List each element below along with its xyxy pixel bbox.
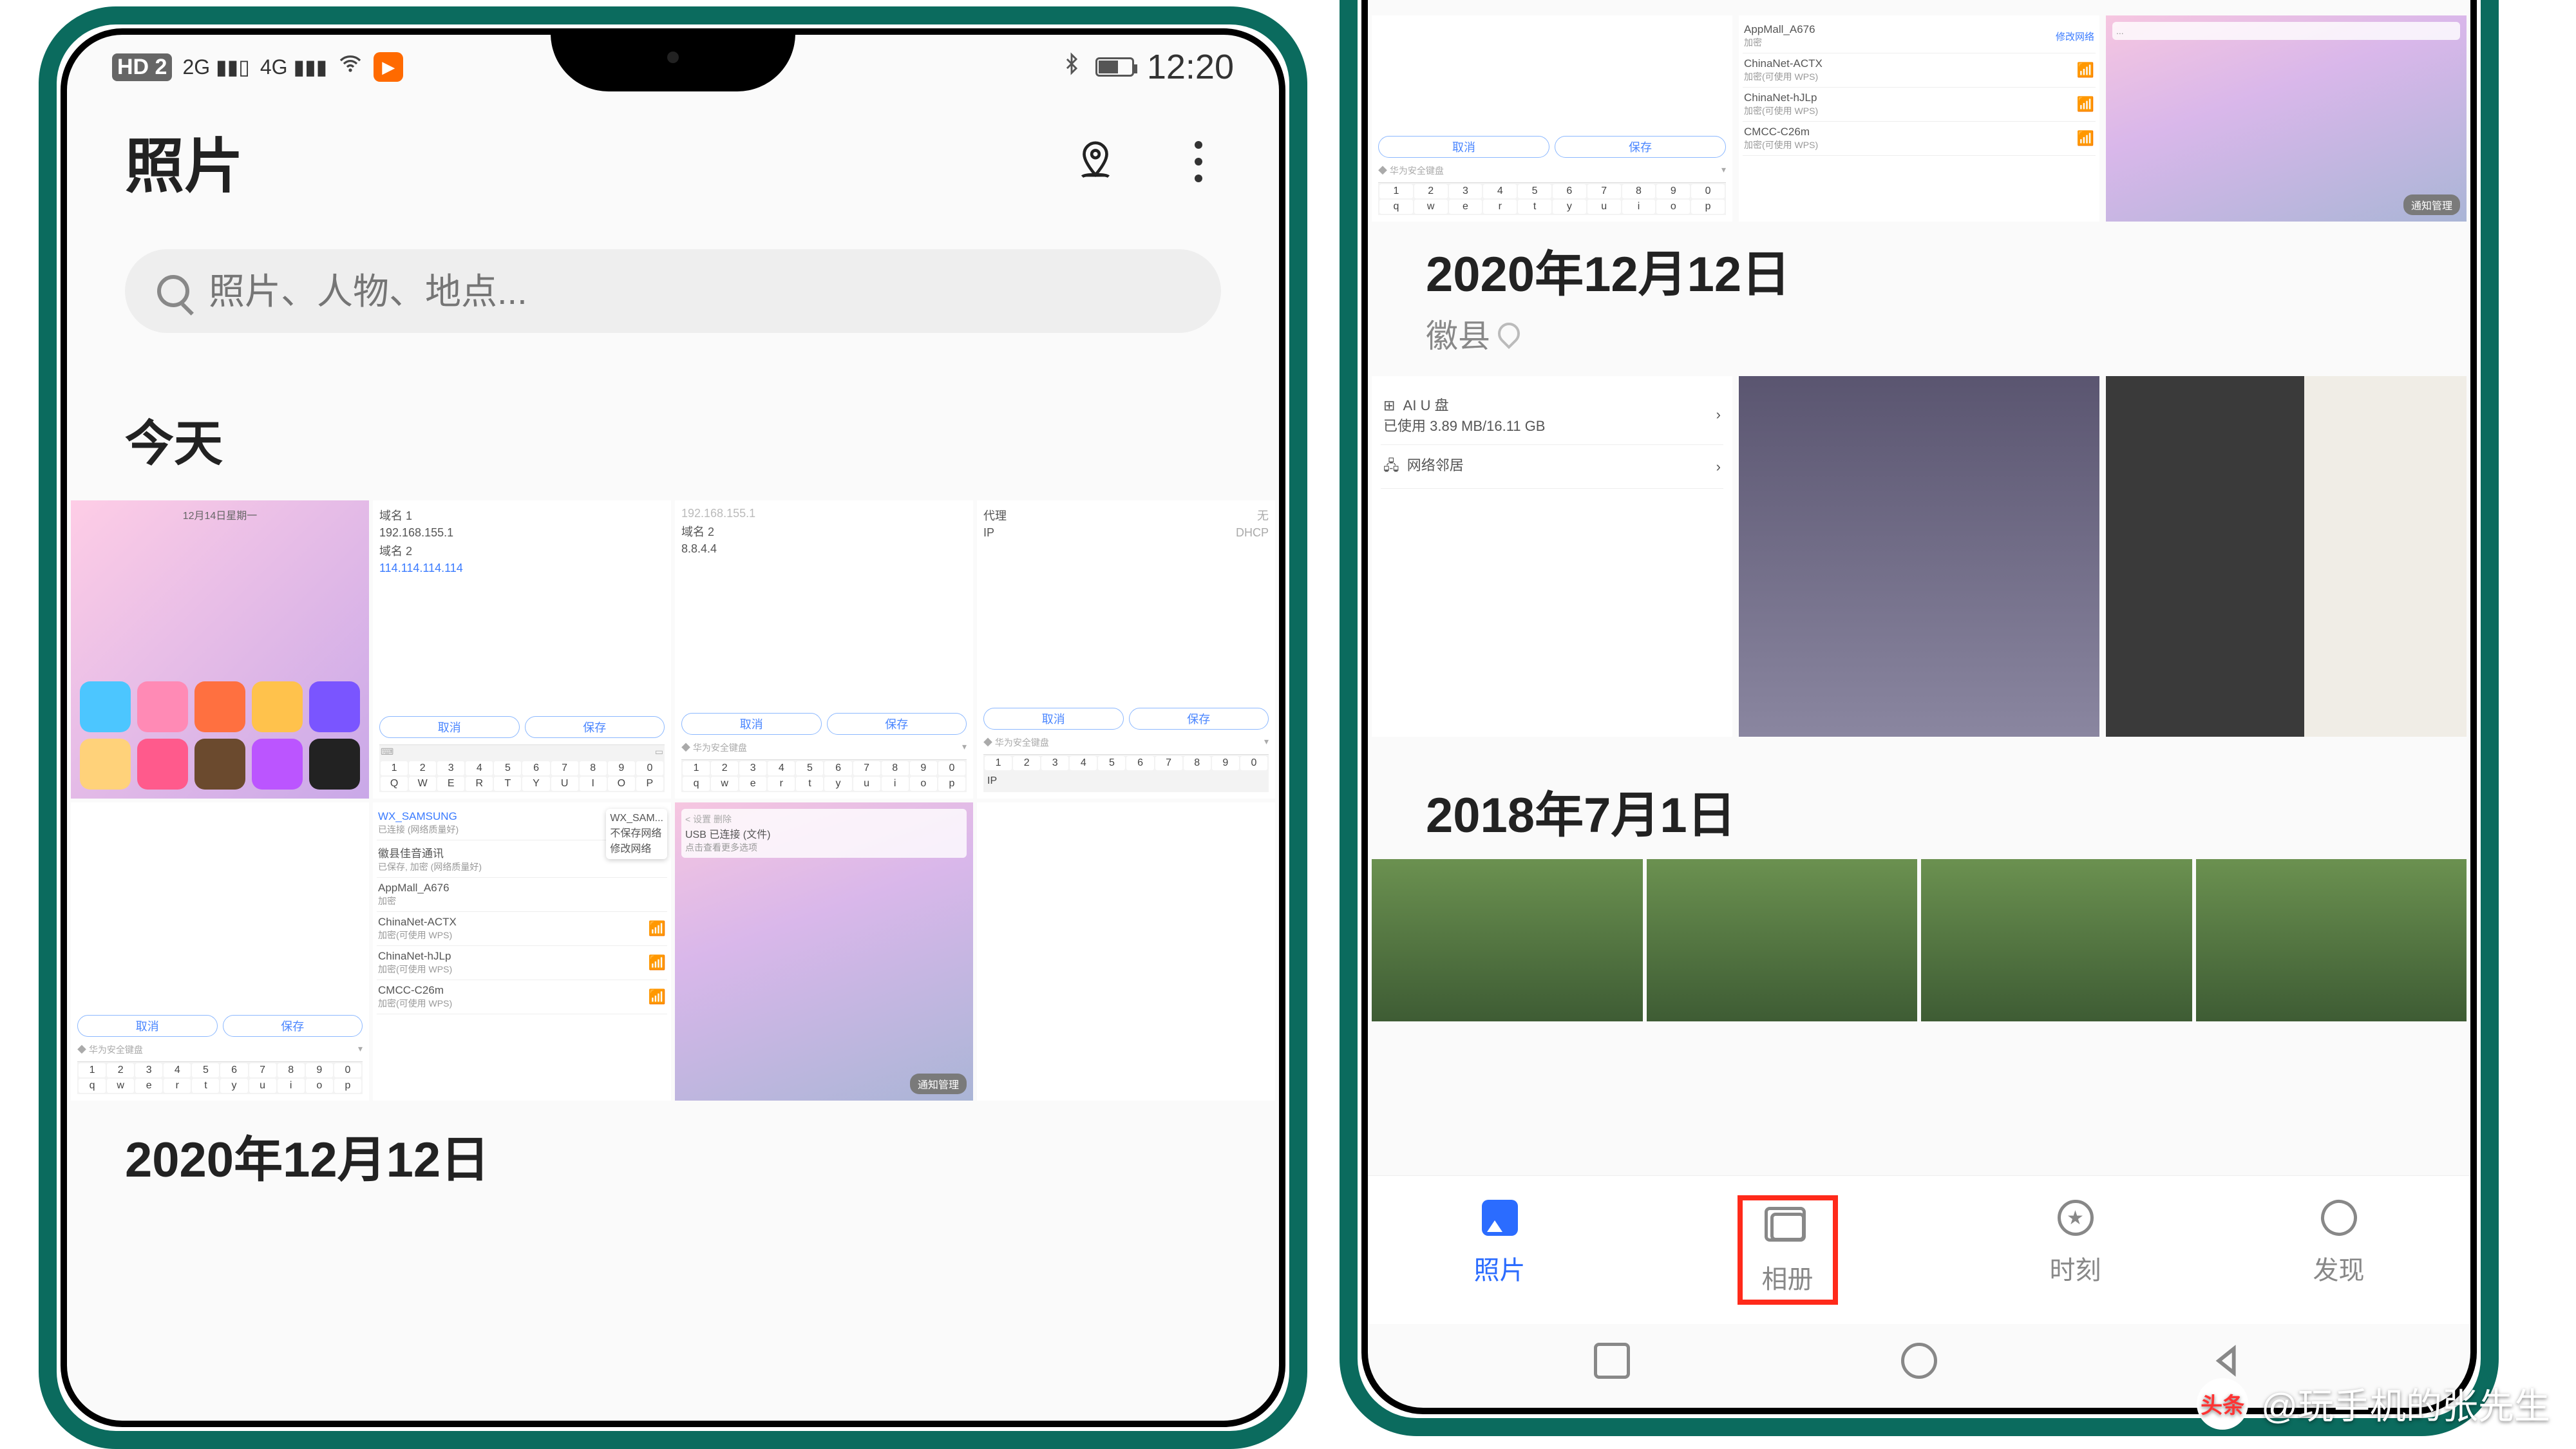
bottom-nav: 照片 相册 ★ 时刻 发现 — [1368, 1175, 2470, 1324]
albums-icon — [1770, 1213, 1805, 1241]
thumb-outdoor-1[interactable] — [1372, 859, 1643, 1021]
recent-apps-key[interactable] — [1594, 1343, 1630, 1379]
thumb-btns-kbd-r[interactable]: 取消保存 ◆ 华为安全键盘▾ 1234567890 qwertyuiop — [1372, 15, 1732, 222]
thumb-storage-settings[interactable]: ⊞ AI U 盘已使用 3.89 MB/16.11 GB› 🖧 网络邻居› — [1372, 376, 1732, 737]
back-key[interactable] — [2208, 1343, 2244, 1382]
thumb-usb-notif[interactable]: < 设置 删除 USB 已连接 (文件) 点击查看更多选项 通知管理 — [675, 802, 973, 1101]
nav-albums[interactable]: 相册 — [1738, 1195, 1838, 1305]
thumb-outdoor-2[interactable] — [1647, 859, 1918, 1021]
wifi-icon — [337, 51, 363, 84]
home-key[interactable] — [1901, 1343, 1937, 1379]
nav-photos[interactable]: 照片 — [1474, 1195, 1526, 1305]
phone-left-screen: HD 2 2G ▮▮▯ 4G ▮▮▮ ▶ 12:20 照片 — [61, 28, 1285, 1427]
section-date-2: 2020年12月12日 — [1368, 222, 2470, 305]
search-bar[interactable] — [125, 249, 1221, 333]
thumb-portrait-photo[interactable] — [1739, 376, 2099, 737]
location-pin-icon — [1493, 318, 1524, 349]
nav-discover[interactable]: 发现 — [2313, 1195, 2365, 1305]
watermark-logo: 头条 — [2197, 1378, 2248, 1430]
thumb-btns-kbd[interactable]: 取消保存 ◆ 华为安全键盘▾ 1234567890 qwertyuiop — [71, 802, 369, 1101]
thumb-outdoor-3[interactable] — [1921, 859, 2192, 1021]
section-today: 今天 — [67, 359, 1279, 500]
photo-grid-top: 取消保存 ◆ 华为安全键盘▾ 1234567890 qwertyuiop App… — [1368, 15, 2470, 222]
photos-icon — [1482, 1200, 1518, 1236]
more-menu-icon[interactable] — [1176, 139, 1221, 184]
battery-icon — [1095, 57, 1134, 77]
section-date-1: 2020年12月12日 — [67, 1101, 1279, 1217]
watermark-handle: @玩手机的张先生 — [2261, 1378, 2550, 1430]
thumb-usb-notif-r[interactable]: ... 通知管理 — [2106, 15, 2467, 222]
thumb-wifi-list[interactable]: WX_SAMSUNG已连接 (网络质量好) 徽县佳音通讯已保存, 加密 (网络质… — [373, 802, 671, 1101]
bluetooth-icon — [1061, 50, 1083, 85]
thumb-outdoor-4[interactable] — [2196, 859, 2467, 1021]
page-header: 照片 — [67, 99, 1279, 211]
signal-2g: 2G ▮▮▯ — [182, 55, 249, 79]
wifi-context-menu: WX_SAM... 不保存网络 修改网络 — [606, 809, 667, 859]
notch — [551, 33, 795, 91]
phone-right-screen: 取消保存 ◆ 华为安全键盘▾ 1234567890 qwertyuiop App… — [1361, 0, 2477, 1414]
clock-text: 12:20 — [1147, 47, 1234, 87]
photo-grid: 12月14日星期一 域名 1 192.168.155.1 域名 2 114.11… — [67, 500, 1279, 1101]
thumb-empty — [977, 802, 1275, 1101]
phone-left-frame: HD 2 2G ▮▮▯ 4G ▮▮▮ ▶ 12:20 照片 — [39, 6, 1307, 1449]
photo-grid-2: ⊞ AI U 盘已使用 3.89 MB/16.11 GB› 🖧 网络邻居› — [1368, 376, 2470, 737]
search-icon — [157, 275, 189, 307]
search-input[interactable] — [209, 270, 1189, 312]
moments-icon: ★ — [2058, 1200, 2094, 1236]
location-icon[interactable] — [1073, 139, 1118, 184]
photo-grid-3 — [1368, 846, 2470, 1021]
media-app-icon: ▶ — [374, 52, 403, 82]
nav-moments[interactable]: ★ 时刻 — [2050, 1195, 2101, 1305]
thumb-wifi-list-r[interactable]: AppMall_A676加密修改网络 ChinaNet-ACTX加密(可使用 W… — [1739, 15, 2099, 222]
thumb-ip-settings-2[interactable]: 192.168.155.1 域名 2 8.8.4.4 取消保存 ◆ 华为安全键盘… — [675, 500, 973, 799]
section-location: 徽县 — [1368, 305, 2470, 376]
phone-right-frame: 取消保存 ◆ 华为安全键盘▾ 1234567890 qwertyuiop App… — [1340, 0, 2499, 1436]
hd-badge: HD 2 — [112, 53, 172, 81]
thumb-proxy-settings[interactable]: 代理无 IPDHCP 取消保存 ◆ 华为安全键盘▾ 1234567890 IP — [977, 500, 1275, 799]
thumb-homescreen[interactable]: 12月14日星期一 — [71, 500, 369, 799]
watermark: 头条 @玩手机的张先生 — [2197, 1378, 2550, 1430]
discover-icon — [2316, 1195, 2362, 1241]
section-date-3: 2018年7月1日 — [1368, 737, 2470, 846]
thumb-cup-photo[interactable] — [2106, 376, 2467, 737]
signal-4g: 4G ▮▮▮ — [260, 55, 327, 79]
page-title: 照片 — [125, 118, 243, 204]
thumb-ip-settings-1[interactable]: 域名 1 192.168.155.1 域名 2 114.114.114.114 … — [373, 500, 671, 799]
